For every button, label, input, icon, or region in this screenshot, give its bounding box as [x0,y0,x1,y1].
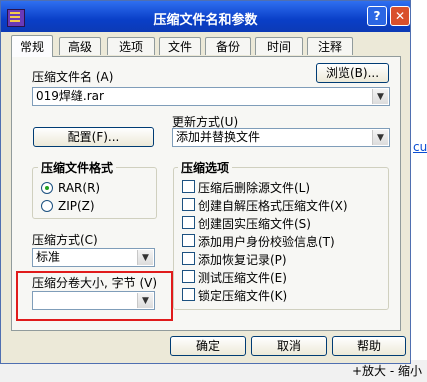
compression-method-value: 标准 [36,250,61,264]
archive-options-dialog: 压缩文件名和参数 ? ✕ 常规 高级 选项 文件 备份 时间 注释 压缩文件名 … [0,0,411,364]
chevron-down-icon[interactable]: ▼ [372,89,388,104]
archive-format-title: 压缩文件格式 [38,159,117,176]
red-highlight-box [16,271,173,321]
chevron-down-icon[interactable]: ▼ [137,250,153,265]
tab-files[interactable]: 文件 [159,37,201,55]
sfx-checkbox[interactable] [182,198,195,211]
zip-radio-label[interactable]: ZIP(Z) [58,199,95,213]
window-title: 压缩文件名和参数 [153,13,258,28]
compression-method-select[interactable]: 标准 ▼ [32,248,155,267]
tab-advanced[interactable]: 高级 [59,37,101,55]
tab-options[interactable]: 选项 [107,37,155,55]
help-button[interactable]: 帮助 [332,336,406,356]
solid-checkbox[interactable] [182,216,195,229]
browse-button[interactable]: 浏览(B)... [316,63,389,83]
zip-radio[interactable] [41,200,53,212]
chevron-down-icon[interactable]: ▼ [372,130,388,145]
recovery-record-label[interactable]: 添加恢复记录(P) [198,251,287,268]
compression-method-label: 压缩方式(C) [32,233,98,247]
recovery-record-checkbox[interactable] [182,252,195,265]
delete-after-label[interactable]: 压缩后删除源文件(L) [198,179,310,196]
archiving-options-title: 压缩选项 [178,159,233,176]
profiles-button[interactable]: 配置(F)... [33,127,154,147]
sfx-label[interactable]: 创建自解压格式压缩文件(X) [198,197,348,214]
authenticity-checkbox[interactable] [182,234,195,247]
authenticity-label[interactable]: 添加用户身份校验信息(T) [198,233,335,250]
title-bar[interactable]: 压缩文件名和参数 ? ✕ [1,1,410,32]
rar-radio[interactable] [41,182,53,194]
tab-comment[interactable]: 注释 [307,37,353,55]
update-mode-value: 添加并替换文件 [176,130,261,144]
close-button[interactable]: ✕ [390,6,410,26]
test-archive-checkbox[interactable] [182,270,195,283]
archive-name-value: 019焊缝.rar [36,89,104,103]
delete-after-checkbox[interactable] [182,180,195,193]
tab-general[interactable]: 常规 [11,35,53,57]
background-link-fragment[interactable]: cu [413,140,427,154]
archive-name-label: 压缩文件名 (A) [32,70,114,84]
lock-archive-checkbox[interactable] [182,288,195,301]
help-title-button[interactable]: ? [367,6,387,26]
tab-time[interactable]: 时间 [255,37,303,55]
background-page [411,0,427,382]
lock-archive-label[interactable]: 锁定压缩文件(K) [198,287,287,304]
cancel-button[interactable]: 取消 [251,336,327,356]
solid-label[interactable]: 创建固实压缩文件(S) [198,215,311,232]
background-zoom-controls[interactable]: +放大 - 缩小 [352,362,422,379]
tab-backup[interactable]: 备份 [205,37,251,55]
ok-button[interactable]: 确定 [170,336,246,356]
update-mode-select[interactable]: 添加并替换文件 ▼ [172,128,390,147]
archive-name-input[interactable]: 019焊缝.rar ▼ [32,87,390,106]
test-archive-label[interactable]: 测试压缩文件(E) [198,269,287,286]
rar-radio-label[interactable]: RAR(R) [58,181,100,195]
